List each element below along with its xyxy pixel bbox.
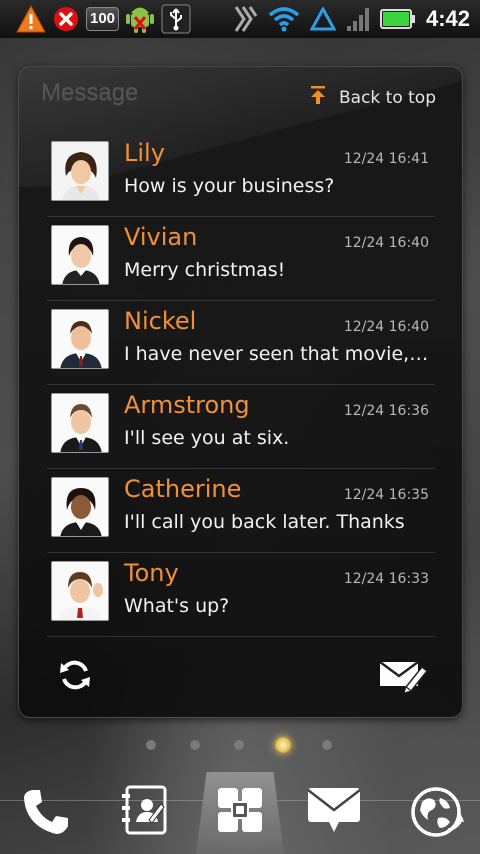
browser-button[interactable]	[406, 784, 466, 844]
message-preview: What's up?	[124, 595, 230, 617]
message-preview: I have never seen that movie, d...	[124, 343, 430, 365]
message-time: 12/24 16:33	[343, 571, 429, 587]
message-time: 12/24 16:40	[343, 319, 429, 335]
contact-name: Vivian	[124, 223, 198, 251]
refresh-button[interactable]	[55, 657, 95, 697]
contact-name: Catherine	[124, 475, 242, 503]
page-dot[interactable]	[190, 740, 200, 750]
signal-strength-icon	[346, 6, 370, 32]
message-time: 12/24 16:35	[343, 487, 429, 503]
error-icon[interactable]	[52, 5, 80, 33]
message-preview: Merry christmas!	[124, 259, 286, 281]
dock	[0, 770, 480, 854]
browser-icon	[408, 784, 464, 844]
network-type-icon	[309, 7, 336, 31]
contacts-icon	[119, 784, 169, 840]
compose-message-icon	[378, 657, 429, 697]
message-time: 12/24 16:40	[343, 235, 429, 251]
message-row[interactable]: Vivian 12/24 16:40 Merry christmas!	[47, 217, 435, 301]
contact-avatar[interactable]	[51, 309, 109, 369]
android-debug-icon[interactable]	[125, 3, 155, 35]
notification-count-badge[interactable]: 100	[86, 7, 120, 31]
usb-icon[interactable]	[161, 4, 191, 34]
data-sync-icon	[232, 5, 258, 33]
page-dot[interactable]	[234, 740, 244, 750]
messaging-button[interactable]	[304, 784, 364, 840]
message-widget: Message Back to top Lily 12/24 16:41 How…	[18, 66, 463, 718]
page-dot[interactable]	[146, 740, 156, 750]
phone-button[interactable]	[18, 786, 74, 842]
contact-avatar[interactable]	[51, 141, 109, 201]
contact-avatar[interactable]	[51, 225, 109, 285]
contacts-button[interactable]	[116, 784, 172, 840]
contact-avatar[interactable]	[51, 561, 109, 621]
compose-message-button[interactable]	[377, 657, 429, 697]
message-preview: How is your business?	[124, 175, 335, 197]
message-preview: I'll call you back later. Thanks	[124, 511, 405, 533]
message-list: Lily 12/24 16:41 How is your business? V…	[47, 133, 435, 637]
message-row[interactable]: Lily 12/24 16:41 How is your business?	[47, 133, 435, 217]
message-row[interactable]: Tony 12/24 16:33 What's up?	[47, 553, 435, 637]
messaging-icon	[305, 784, 363, 840]
refresh-icon	[57, 657, 93, 697]
message-time: 12/24 16:41	[343, 151, 429, 167]
app-drawer-icon	[216, 786, 264, 838]
contact-avatar[interactable]	[51, 393, 109, 453]
contact-name: Armstrong	[124, 391, 250, 419]
contact-name: Tony	[124, 559, 179, 587]
warning-icon[interactable]	[16, 5, 46, 33]
battery-icon	[379, 8, 416, 30]
phone-icon	[20, 786, 72, 842]
message-row[interactable]: Catherine 12/24 16:35 I'll call you back…	[47, 469, 435, 553]
page-dot[interactable]	[322, 740, 332, 750]
clock: 4:42	[425, 6, 470, 31]
contact-name: Nickel	[124, 307, 197, 335]
contact-avatar[interactable]	[51, 477, 109, 537]
contact-name: Lily	[124, 139, 165, 167]
status-bar: 100 4:42	[0, 0, 480, 38]
app-drawer-button[interactable]	[212, 784, 268, 840]
back-to-top-button[interactable]: Back to top	[309, 85, 436, 110]
message-time: 12/24 16:36	[343, 403, 429, 419]
wifi-icon	[268, 6, 300, 32]
message-row[interactable]: Armstrong 12/24 16:36 I'll see you at si…	[47, 385, 435, 469]
arrow-up-icon	[309, 85, 327, 110]
page-dot-active[interactable]	[275, 737, 291, 753]
back-to-top-label: Back to top	[338, 87, 436, 108]
message-preview: I'll see you at six.	[124, 427, 290, 449]
widget-title: Message	[41, 79, 139, 106]
message-row[interactable]: Nickel 12/24 16:40 I have never seen tha…	[47, 301, 435, 385]
